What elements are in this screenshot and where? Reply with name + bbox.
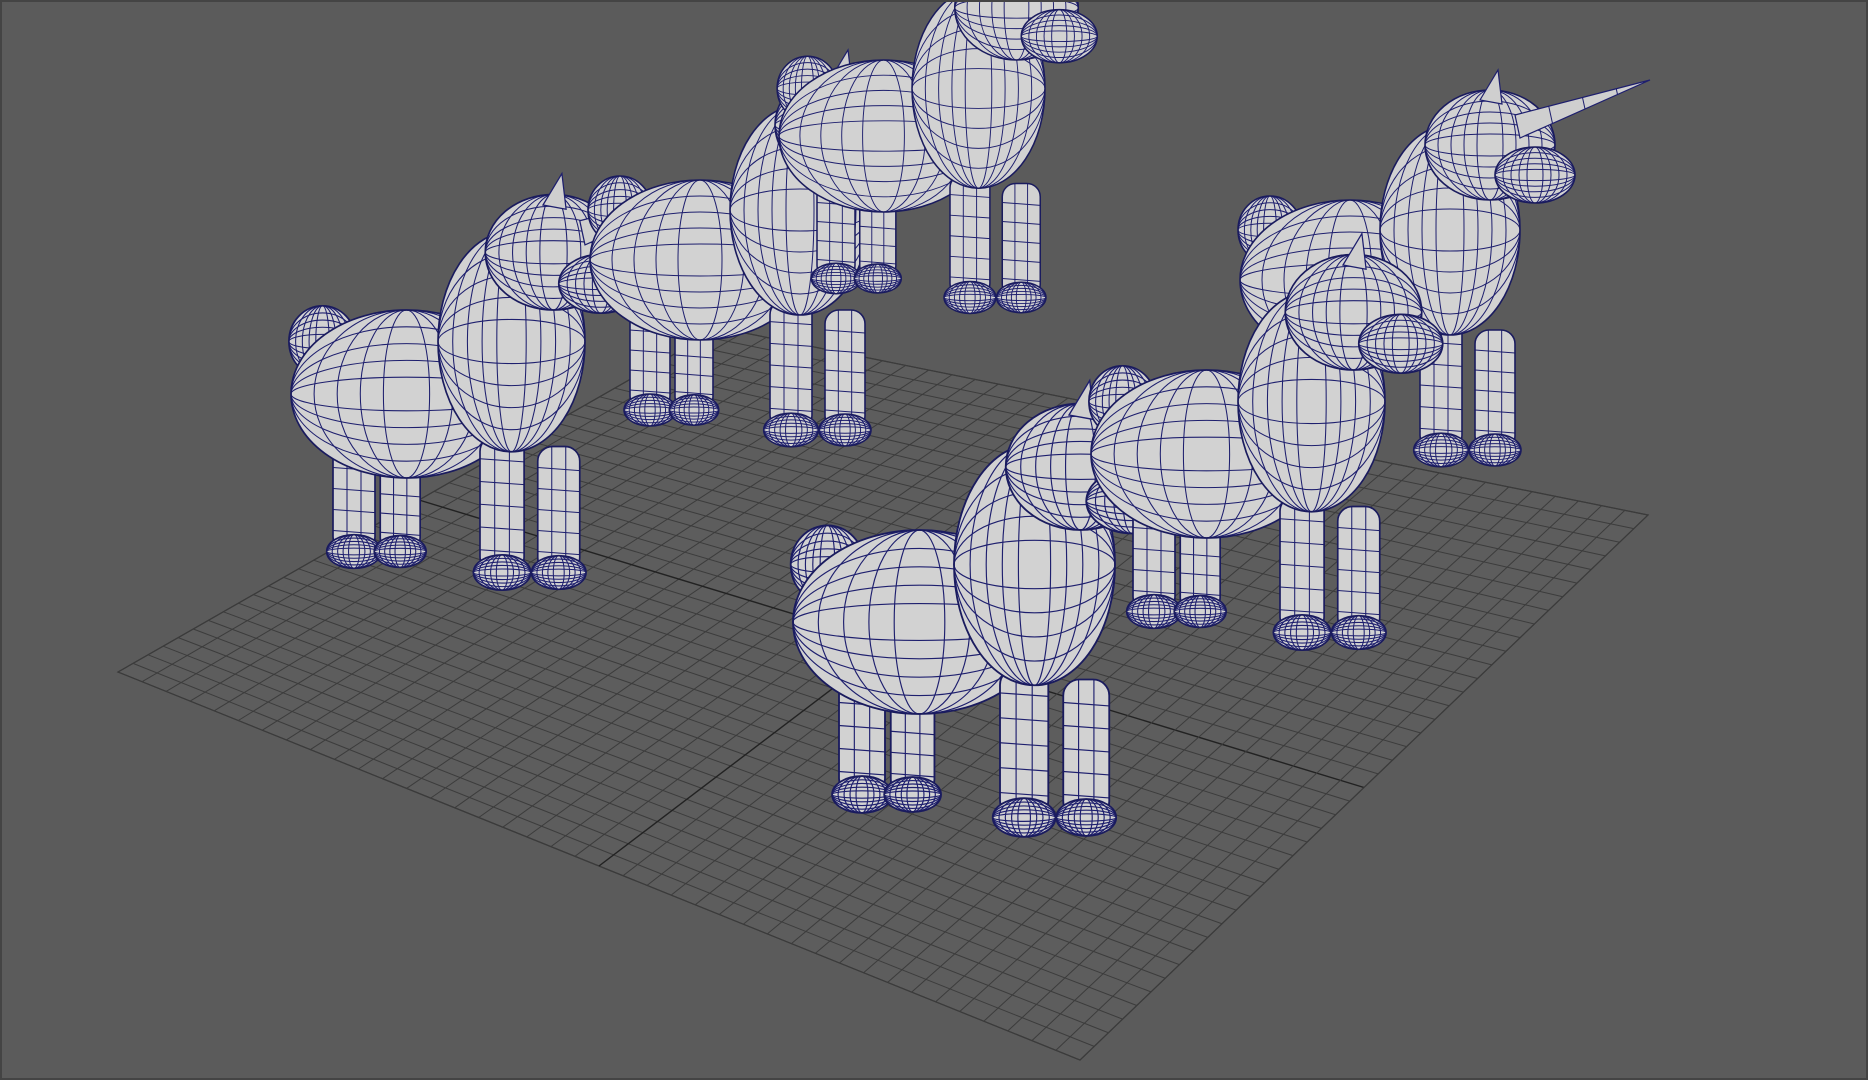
unicorn-back-center[interactable] [776,0,1168,315]
viewport-scene[interactable] [0,0,1868,1080]
ear-mesh [541,171,567,210]
3d-viewport[interactable] [0,0,1868,1080]
ear-mesh [1479,68,1503,105]
